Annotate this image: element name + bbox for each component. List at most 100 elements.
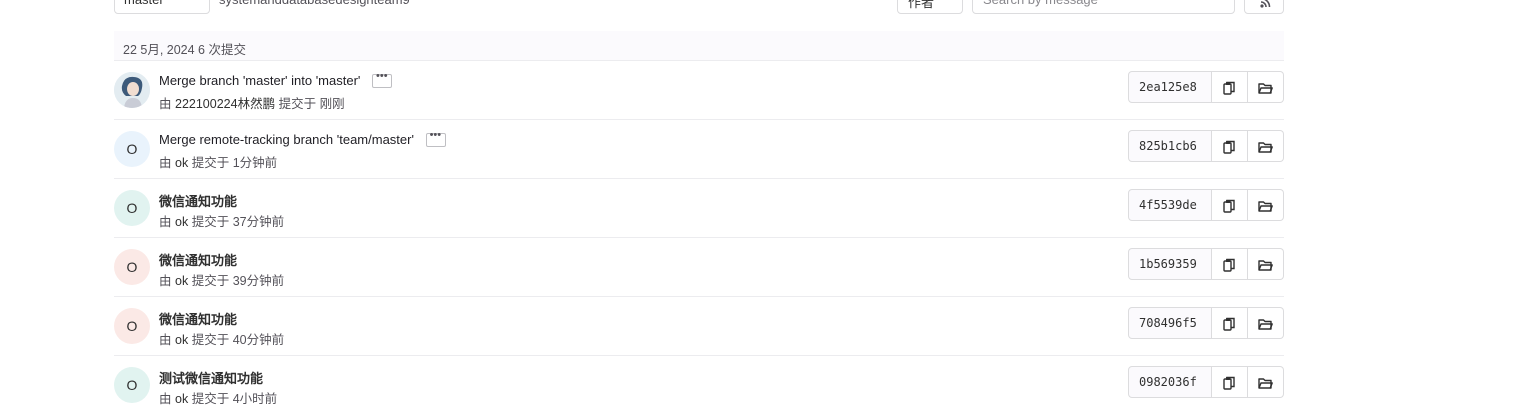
copy-icon <box>1223 376 1235 390</box>
browse-files-button[interactable] <box>1248 189 1284 221</box>
commit-row: O 测试微信通知功能 由 ok 提交于 4小时前 0982036f <box>114 356 1284 413</box>
branch-select-label: master <box>124 0 164 7</box>
toggle-description-button[interactable]: ••• <box>425 129 446 147</box>
commit-meta: 由 ok 提交于 37分钟前 <box>159 211 284 230</box>
commit-meta: 由 ok 提交于 4小时前 <box>159 388 277 407</box>
commit-committed-label: 提交于 <box>191 392 230 406</box>
avatar[interactable]: O <box>114 308 150 344</box>
commit-title[interactable]: Merge branch 'master' into 'master' ••• <box>159 70 393 89</box>
browse-files-button[interactable] <box>1248 71 1284 103</box>
commit-title-text[interactable]: 微信通知功能 <box>159 194 237 209</box>
commit-author-link[interactable]: ok <box>175 392 188 406</box>
commits-page: master ⌄ systemanddatabasedesignteam9 作者… <box>0 0 1513 413</box>
ellipsis-icon: ••• <box>429 128 442 141</box>
copy-icon <box>1223 258 1235 272</box>
commit-title-text[interactable]: 微信通知功能 <box>159 312 237 327</box>
search-input[interactable] <box>972 0 1235 14</box>
commit-by-label: 由 <box>159 156 172 170</box>
commit-by-label: 由 <box>159 392 172 406</box>
commit-sha-button[interactable]: 708496f5 <box>1128 307 1212 339</box>
copy-sha-button[interactable] <box>1212 366 1248 398</box>
commit-meta: 由 ok 提交于 1分钟前 <box>159 152 277 171</box>
commit-author-link[interactable]: 222100224林然鹏 <box>175 97 275 111</box>
commit-time: 1分钟前 <box>232 156 278 170</box>
commit-time: 4小时前 <box>232 392 278 406</box>
avatar[interactable]: O <box>114 131 150 167</box>
author-filter-label: 作者 <box>908 0 935 10</box>
avatar[interactable]: O <box>114 249 150 285</box>
commit-title-text[interactable]: Merge remote-tracking branch 'team/maste… <box>159 132 414 147</box>
browse-files-button[interactable] <box>1248 366 1284 398</box>
commit-row: O 微信通知功能 由 ok 提交于 40分钟前 708496f5 <box>114 297 1284 356</box>
avatar-initial: O <box>126 259 138 275</box>
folder-open-icon <box>1258 260 1273 271</box>
copy-sha-button[interactable] <box>1212 71 1248 103</box>
commit-title-text[interactable]: 测试微信通知功能 <box>159 371 263 386</box>
copy-sha-button[interactable] <box>1212 189 1248 221</box>
commit-title[interactable]: 测试微信通知功能 <box>159 368 263 387</box>
commit-committed-label: 提交于 <box>191 333 230 347</box>
avatar-initial: O <box>126 200 138 216</box>
avatar-initial: O <box>126 141 138 157</box>
commit-author-link[interactable]: ok <box>175 274 188 288</box>
commit-sha-button[interactable]: 4f5539de <box>1128 189 1212 221</box>
avatar-photo[interactable] <box>114 72 150 108</box>
browse-files-button[interactable] <box>1248 130 1284 162</box>
browse-files-button[interactable] <box>1248 248 1284 280</box>
commit-sha-button[interactable]: 2ea125e8 <box>1128 71 1212 103</box>
commit-sha-button[interactable]: 0982036f <box>1128 366 1212 398</box>
folder-open-icon <box>1258 142 1273 153</box>
commit-sha-button[interactable]: 825b1cb6 <box>1128 130 1212 162</box>
commit-time: 37分钟前 <box>232 215 285 229</box>
commit-row: Merge branch 'master' into 'master' ••• … <box>114 61 1284 120</box>
commits-toolbar: master ⌄ systemanddatabasedesignteam9 作者… <box>0 0 1513 16</box>
copy-sha-button[interactable] <box>1212 130 1248 162</box>
commit-title[interactable]: Merge remote-tracking branch 'team/maste… <box>159 129 446 148</box>
copy-sha-button[interactable] <box>1212 248 1248 280</box>
copy-sha-button[interactable] <box>1212 307 1248 339</box>
commit-row: O 微信通知功能 由 ok 提交于 37分钟前 4f5539de <box>114 179 1284 238</box>
commit-day-header: 22 5月, 2024 6 次提交 <box>114 31 1284 61</box>
commit-author-link[interactable]: ok <box>175 156 188 170</box>
commit-title-text[interactable]: 微信通知功能 <box>159 253 237 268</box>
avatar[interactable]: O <box>114 367 150 403</box>
commit-committed-label: 提交于 <box>191 156 230 170</box>
commit-author-link[interactable]: ok <box>175 215 188 229</box>
commit-meta: 由 222100224林然鹏 提交于 刚刚 <box>159 93 345 112</box>
commit-by-label: 由 <box>159 274 172 288</box>
branch-select[interactable]: master ⌄ <box>114 0 210 14</box>
commit-sha-group: 708496f5 <box>1128 307 1284 339</box>
commit-sha-group: 2ea125e8 <box>1128 71 1284 103</box>
commit-meta: 由 ok 提交于 39分钟前 <box>159 270 284 289</box>
avatar[interactable]: O <box>114 190 150 226</box>
commit-list: Merge branch 'master' into 'master' ••• … <box>114 61 1284 413</box>
folder-open-icon <box>1258 319 1273 330</box>
browse-files-button[interactable] <box>1248 307 1284 339</box>
commit-time: 40分钟前 <box>232 333 285 347</box>
commit-author-link[interactable]: ok <box>175 333 188 347</box>
commit-title[interactable]: 微信通知功能 <box>159 250 237 269</box>
user-photo-icon <box>114 72 150 108</box>
commit-sha-group: 825b1cb6 <box>1128 130 1284 162</box>
commit-by-label: 由 <box>159 97 172 111</box>
copy-icon <box>1223 140 1235 154</box>
commit-sha-button[interactable]: 1b569359 <box>1128 248 1212 280</box>
author-filter-dropdown[interactable]: 作者 ⌄ <box>897 0 963 14</box>
copy-icon <box>1223 317 1235 331</box>
rss-icon <box>1260 0 1271 8</box>
commit-title-text[interactable]: Merge branch 'master' into 'master' <box>159 73 360 88</box>
commit-sha-group: 1b569359 <box>1128 248 1284 280</box>
rss-feed-button[interactable] <box>1244 0 1284 14</box>
chevron-down-icon: ⌄ <box>193 0 201 2</box>
commit-by-label: 由 <box>159 215 172 229</box>
repo-path[interactable]: systemanddatabasedesignteam9 <box>219 0 410 7</box>
folder-open-icon <box>1258 201 1273 212</box>
copy-icon <box>1223 199 1235 213</box>
toggle-description-button[interactable]: ••• <box>372 70 393 88</box>
copy-icon <box>1223 81 1235 95</box>
commit-title[interactable]: 微信通知功能 <box>159 309 237 328</box>
commit-title[interactable]: 微信通知功能 <box>159 191 237 210</box>
commit-time: 刚刚 <box>319 97 345 111</box>
avatar-initial: O <box>126 377 138 393</box>
commit-meta: 由 ok 提交于 40分钟前 <box>159 329 284 348</box>
